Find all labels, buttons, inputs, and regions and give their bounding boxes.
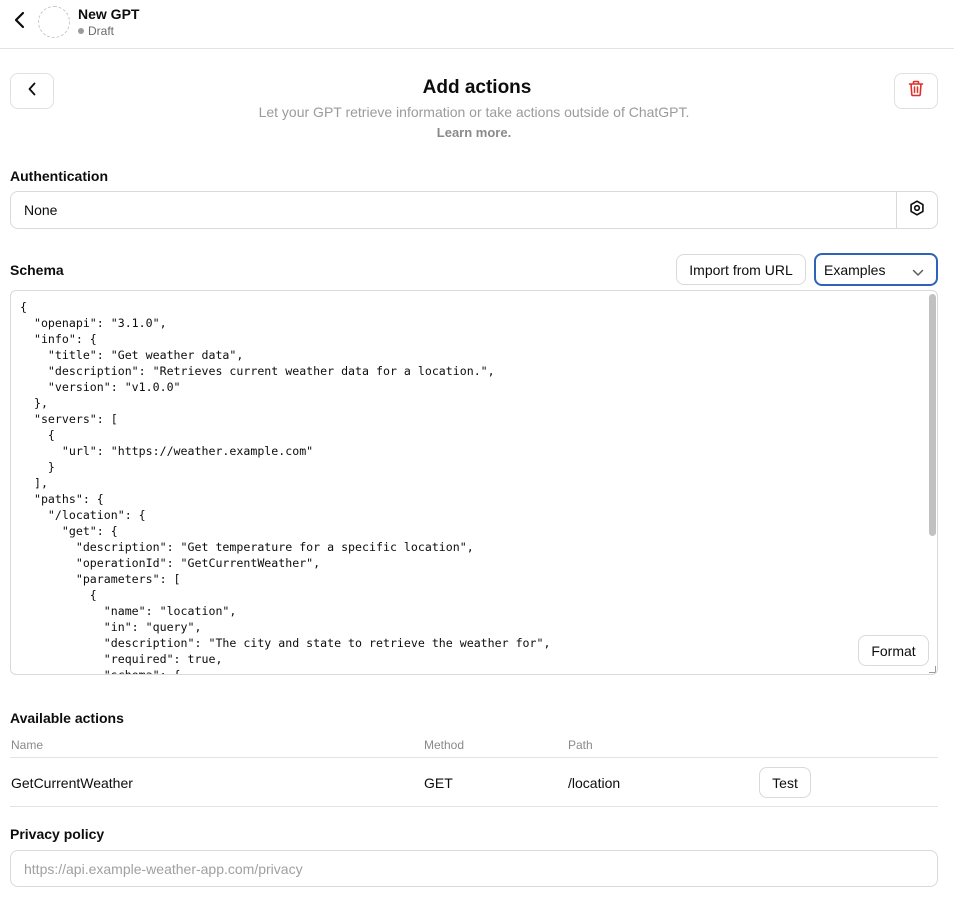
schema-scrollbar-thumb[interactable]: [929, 294, 936, 536]
table-header-divider: [10, 757, 938, 758]
page-title: Add actions: [422, 77, 532, 98]
chevron-down-icon: [912, 264, 924, 280]
page-subtitle: Let your GPT retrieve information or tak…: [258, 104, 690, 120]
column-header-name: Name: [11, 738, 44, 752]
examples-select-value: Examples: [824, 261, 886, 278]
authentication-label: Authentication: [10, 168, 108, 184]
action-path: /location: [568, 775, 621, 791]
trash-icon: [908, 80, 924, 102]
status-text: Draft: [88, 24, 115, 38]
schema-label: Schema: [10, 262, 64, 278]
gpt-status: Draft: [78, 24, 114, 38]
action-method: GET: [424, 775, 453, 791]
top-bar: New GPT Draft: [0, 0, 954, 49]
gear-icon: [909, 199, 925, 221]
learn-more-link[interactable]: Learn more.: [0, 125, 948, 140]
gpt-avatar[interactable]: [38, 6, 70, 38]
authentication-settings-button[interactable]: [896, 192, 937, 228]
privacy-policy-input[interactable]: [10, 850, 938, 887]
import-from-url-button[interactable]: Import from URL: [676, 254, 806, 285]
resize-handle-icon[interactable]: [929, 666, 936, 673]
schema-scrollbar[interactable]: [927, 291, 937, 674]
column-header-method: Method: [424, 738, 465, 752]
format-button[interactable]: Format: [858, 635, 929, 666]
schema-code[interactable]: { "openapi": "3.1.0", "info": { "title":…: [20, 299, 550, 674]
gpt-name: New GPT: [78, 6, 140, 22]
examples-select[interactable]: Examples: [814, 253, 938, 286]
schema-editor[interactable]: { "openapi": "3.1.0", "info": { "title":…: [10, 290, 938, 675]
status-dot-icon: [78, 28, 84, 34]
available-actions-label: Available actions: [10, 710, 124, 726]
authentication-field[interactable]: None: [10, 191, 938, 229]
back-arrow-icon[interactable]: [8, 9, 30, 31]
test-action-button[interactable]: Test: [759, 767, 811, 798]
delete-button[interactable]: [894, 73, 938, 109]
table-row-divider: [10, 806, 938, 807]
action-name: GetCurrentWeather: [11, 775, 133, 791]
authentication-value: None: [24, 202, 58, 218]
column-header-path: Path: [568, 738, 593, 752]
privacy-policy-label: Privacy policy: [10, 826, 105, 842]
